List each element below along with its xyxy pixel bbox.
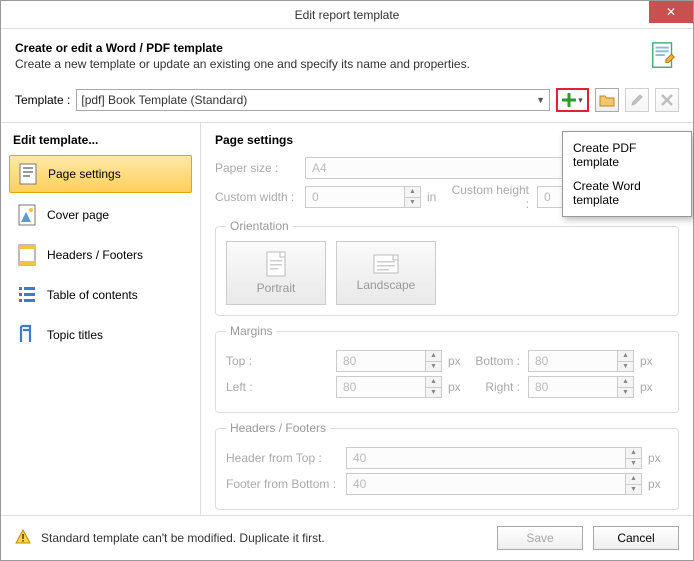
unit-label: px xyxy=(648,477,668,491)
window-title: Edit report template xyxy=(295,8,400,22)
orientation-legend: Orientation xyxy=(226,219,293,233)
portrait-button: Portrait xyxy=(226,241,326,305)
portrait-icon xyxy=(266,251,286,277)
footer-from-bottom-input: 40 xyxy=(346,473,626,495)
open-folder-button[interactable] xyxy=(595,88,619,112)
unit-label: px xyxy=(448,380,468,394)
sidebar-item-toc[interactable]: Table of contents xyxy=(9,277,192,313)
orientation-group: Orientation Portrait Landscape xyxy=(215,219,679,316)
margin-bottom-input: 80 xyxy=(528,350,618,372)
header-from-top-input: 40 xyxy=(346,447,626,469)
sidebar-title: Edit template... xyxy=(13,133,192,147)
margin-right-input: 80 xyxy=(528,376,618,398)
folder-icon xyxy=(599,93,615,107)
spin-buttons: ▲▼ xyxy=(426,376,442,398)
footer-message: Standard template can't be modified. Dup… xyxy=(41,531,325,545)
headers-footers-icon xyxy=(17,243,37,267)
cancel-button[interactable]: Cancel xyxy=(593,526,679,550)
edit-button[interactable] xyxy=(625,88,649,112)
unit-label: px xyxy=(448,354,468,368)
close-icon: ✕ xyxy=(666,5,676,19)
spin-buttons: ▲▼ xyxy=(626,473,642,495)
margin-top-label: Top : xyxy=(226,354,336,368)
header-section: Create or edit a Word / PDF template Cre… xyxy=(1,29,693,84)
margin-top-input: 80 xyxy=(336,350,426,372)
sidebar: Edit template... Page settings Cover pag… xyxy=(1,123,201,515)
menu-item-create-pdf[interactable]: Create PDF template xyxy=(563,136,691,174)
save-button: Save xyxy=(497,526,583,550)
new-template-button[interactable]: ▾ xyxy=(556,88,589,112)
spin-buttons: ▲▼ xyxy=(618,350,634,372)
sidebar-item-page-settings[interactable]: Page settings xyxy=(9,155,192,193)
custom-height-label: Custom height : xyxy=(447,183,537,211)
sidebar-item-headers-footers[interactable]: Headers / Footers xyxy=(9,237,192,273)
margin-bottom-label: Bottom : xyxy=(468,354,528,368)
delete-button[interactable] xyxy=(655,88,679,112)
sidebar-item-label: Headers / Footers xyxy=(47,248,143,262)
close-button[interactable]: ✕ xyxy=(649,1,693,23)
topic-titles-icon xyxy=(17,323,37,347)
footer-from-bottom-label: Footer from Bottom : xyxy=(226,477,346,491)
x-icon xyxy=(661,94,673,106)
menu-item-create-word[interactable]: Create Word template xyxy=(563,174,691,212)
chevron-down-icon: ▾ xyxy=(578,95,583,106)
footer-bar: Standard template can't be modified. Dup… xyxy=(1,515,693,560)
hf-legend: Headers / Footers xyxy=(226,421,330,435)
spin-buttons: ▲▼ xyxy=(618,376,634,398)
template-row: Template : [pdf] Book Template (Standard… xyxy=(1,84,693,122)
unit-label: px xyxy=(640,380,660,394)
margins-group: Margins Top : 80 ▲▼ px Bottom : 80 ▲▼ px… xyxy=(215,324,679,413)
titlebar: Edit report template ✕ xyxy=(1,1,693,29)
unit-label: px xyxy=(648,451,668,465)
paper-size-label: Paper size : xyxy=(215,161,305,175)
unit-label: px xyxy=(640,354,660,368)
template-label: Template : xyxy=(15,93,70,107)
margin-right-label: Right : xyxy=(468,380,528,394)
sidebar-item-label: Cover page xyxy=(47,208,109,222)
margins-legend: Margins xyxy=(226,324,277,338)
landscape-icon xyxy=(373,254,399,274)
template-large-icon xyxy=(649,41,679,74)
unit-label: in xyxy=(427,190,447,204)
header-from-top-label: Header from Top : xyxy=(226,451,346,465)
warning-icon xyxy=(15,529,31,548)
page-settings-icon xyxy=(18,162,38,186)
spin-buttons: ▲▼ xyxy=(405,186,421,208)
margin-left-input: 80 xyxy=(336,376,426,398)
template-select[interactable]: [pdf] Book Template (Standard) ▼ xyxy=(76,89,550,111)
toc-icon xyxy=(17,283,37,307)
sidebar-item-label: Topic titles xyxy=(47,328,103,342)
sidebar-item-label: Table of contents xyxy=(47,288,138,302)
spin-buttons: ▲▼ xyxy=(626,447,642,469)
new-template-dropdown: Create PDF template Create Word template xyxy=(562,131,692,217)
landscape-button: Landscape xyxy=(336,241,436,305)
chevron-down-icon: ▼ xyxy=(536,95,545,105)
spin-buttons: ▲▼ xyxy=(426,350,442,372)
dialog-window: Edit report template ✕ Create or edit a … xyxy=(0,0,694,561)
plus-icon xyxy=(562,93,576,107)
pencil-icon xyxy=(630,93,644,107)
sidebar-item-topic-titles[interactable]: Topic titles xyxy=(9,317,192,353)
header-subtitle: Create a new template or update an exist… xyxy=(15,57,470,71)
custom-width-label: Custom width : xyxy=(215,190,305,204)
template-select-value: [pdf] Book Template (Standard) xyxy=(81,93,247,107)
sidebar-item-label: Page settings xyxy=(48,167,121,181)
margin-left-label: Left : xyxy=(226,380,336,394)
cover-page-icon xyxy=(17,203,37,227)
custom-width-input: 0 xyxy=(305,186,405,208)
header-title: Create or edit a Word / PDF template xyxy=(15,41,470,55)
sidebar-item-cover-page[interactable]: Cover page xyxy=(9,197,192,233)
headers-footers-group: Headers / Footers Header from Top : 40 ▲… xyxy=(215,421,679,510)
